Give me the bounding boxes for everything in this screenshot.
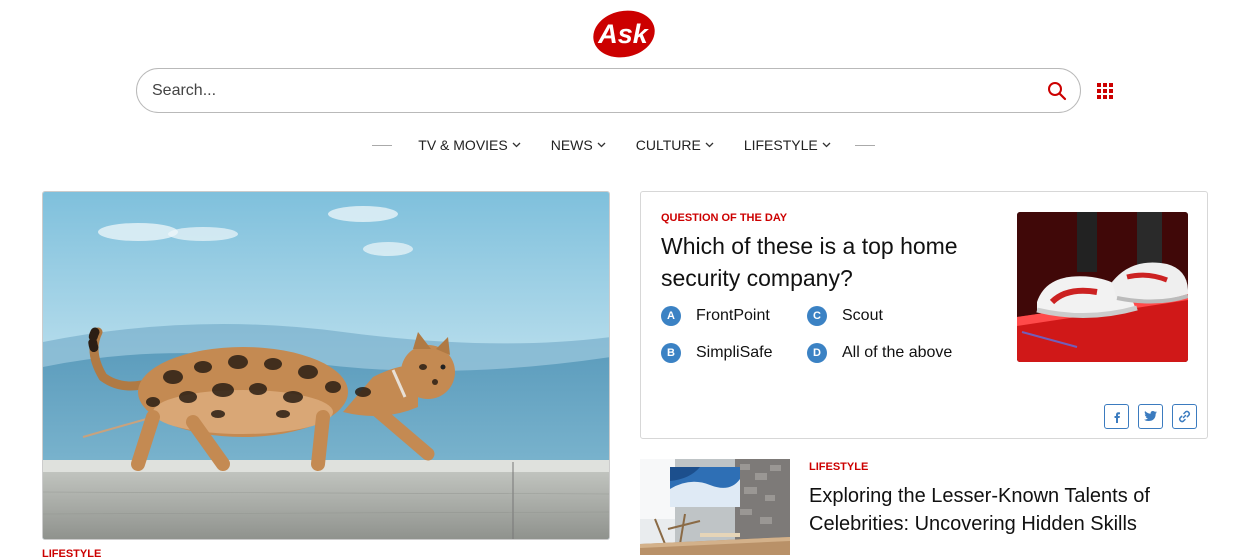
question-image <box>1017 212 1188 362</box>
nav-divider <box>372 144 393 146</box>
article-category[interactable]: LIFESTYLE <box>809 461 868 473</box>
search-bar <box>136 68 1081 113</box>
question-of-the-day-card: QUESTION OF THE DAY Which of these is a … <box>640 191 1208 439</box>
chevron-down-icon <box>705 142 714 148</box>
option-label: SimpliSafe <box>696 344 773 361</box>
chevron-down-icon <box>822 142 831 148</box>
logo-text: Ask <box>597 19 650 49</box>
nav-item-lifestyle[interactable]: LIFESTYLE <box>729 137 846 153</box>
nav-item-label: LIFESTYLE <box>743 137 818 153</box>
option-label: FrontPoint <box>696 307 770 324</box>
question-text: Which of these is a top home security co… <box>661 233 958 291</box>
article-image[interactable] <box>640 459 790 555</box>
hero-category[interactable]: LIFESTYLE <box>42 548 101 560</box>
nav-item-label: NEWS <box>550 137 593 153</box>
nav-item-culture[interactable]: CULTURE <box>621 137 729 153</box>
chevron-down-icon <box>512 142 521 148</box>
apps-grid-icon[interactable] <box>1097 83 1113 99</box>
category-nav: TV & MOVIES NEWS CULTURE LIFESTYLE <box>0 133 1247 157</box>
nav-item-news[interactable]: NEWS <box>536 137 621 153</box>
answer-option-b[interactable]: B SimpliSafe <box>661 343 772 363</box>
search-input[interactable] <box>152 69 1012 112</box>
option-label: All of the above <box>842 344 953 361</box>
option-letter: A <box>661 306 681 326</box>
option-letter: D <box>807 343 827 363</box>
question-tag: QUESTION OF THE DAY <box>661 212 788 224</box>
answer-option-c[interactable]: C Scout <box>807 306 883 326</box>
link-icon[interactable] <box>1172 404 1197 429</box>
option-letter: C <box>807 306 827 326</box>
nav-item-label: TV & MOVIES <box>418 137 508 153</box>
search-icon[interactable] <box>1046 80 1068 102</box>
facebook-icon[interactable] <box>1104 404 1129 429</box>
option-label: Scout <box>842 307 883 324</box>
twitter-icon[interactable] <box>1138 404 1163 429</box>
nav-divider <box>854 144 875 146</box>
nav-item-tv-movies[interactable]: TV & MOVIES <box>403 137 535 153</box>
hero-article-image[interactable] <box>42 191 610 540</box>
article-title[interactable]: Exploring the Lesser-Known Talents of Ce… <box>809 482 1199 538</box>
chevron-down-icon <box>597 142 606 148</box>
answer-option-d[interactable]: D All of the above <box>807 343 952 363</box>
option-letter: B <box>661 343 681 363</box>
ask-logo[interactable]: Ask <box>592 8 656 58</box>
answer-option-a[interactable]: A FrontPoint <box>661 306 770 326</box>
nav-item-label: CULTURE <box>635 137 701 153</box>
